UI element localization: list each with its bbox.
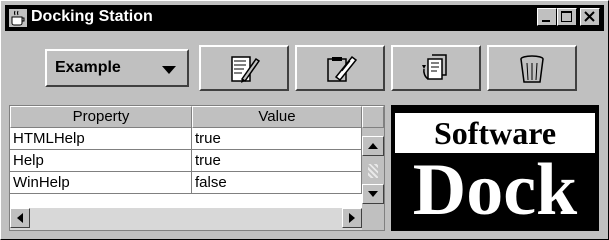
java-cup-icon [9, 9, 27, 27]
minimize-button[interactable] [537, 8, 557, 26]
scroll-left-button[interactable] [10, 208, 30, 228]
refresh-copy-icon [422, 54, 447, 80]
logo-text-software: Software [433, 115, 557, 151]
scroll-corner [362, 208, 384, 230]
combo-value: Example [55, 59, 121, 76]
value-cell[interactable]: false [192, 172, 362, 194]
property-cell[interactable]: HTMLHelp [10, 128, 192, 150]
column-header-property[interactable]: Property [10, 106, 192, 128]
table-row[interactable]: HTMLHelp true [10, 128, 362, 150]
arrow-down-icon [368, 191, 378, 197]
property-table: Property Value HTMLHelp true Help true W… [9, 105, 385, 231]
software-dock-logo: Software Dock [391, 105, 599, 231]
refresh-button[interactable] [391, 45, 481, 91]
paste-clipboard-icon [327, 55, 358, 82]
column-header-value[interactable]: Value [192, 106, 362, 128]
maximize-button[interactable] [557, 8, 577, 26]
example-combo-box[interactable]: Example [45, 49, 189, 87]
value-cell[interactable]: true [192, 150, 362, 172]
edit-document-icon [231, 56, 261, 83]
horizontal-scrollbar[interactable] [10, 208, 362, 230]
scroll-up-button[interactable] [362, 136, 384, 156]
property-cell[interactable]: WinHelp [10, 172, 192, 194]
docking-station-window: Docking Station Example Property Value H… [0, 0, 609, 240]
property-cell[interactable]: Help [10, 150, 192, 172]
delete-button[interactable] [487, 45, 577, 91]
vertical-scrollbar[interactable] [362, 128, 384, 208]
chevron-down-icon [162, 66, 176, 74]
arrow-right-icon [349, 213, 355, 223]
value-cell[interactable]: true [192, 128, 362, 150]
header-corner [362, 106, 384, 128]
minimize-icon [542, 20, 550, 22]
paste-button[interactable] [295, 45, 385, 91]
maximize-icon [561, 11, 572, 22]
window-title: Docking Station [31, 8, 153, 25]
table-row[interactable]: WinHelp false [10, 172, 362, 194]
close-icon [584, 11, 595, 22]
scroll-grip[interactable] [368, 164, 378, 178]
logo-text-dock: Dock [412, 149, 578, 231]
title-bar[interactable]: Docking Station [5, 5, 604, 31]
table-row[interactable]: Help true [10, 150, 362, 172]
arrow-up-icon [368, 143, 378, 149]
close-button[interactable] [580, 8, 600, 26]
logo-top-panel: Software [395, 113, 595, 153]
scroll-right-button[interactable] [342, 208, 362, 228]
scroll-down-button[interactable] [362, 184, 384, 204]
edit-button[interactable] [199, 45, 289, 91]
trash-can-icon [520, 55, 544, 83]
arrow-left-icon [17, 213, 23, 223]
